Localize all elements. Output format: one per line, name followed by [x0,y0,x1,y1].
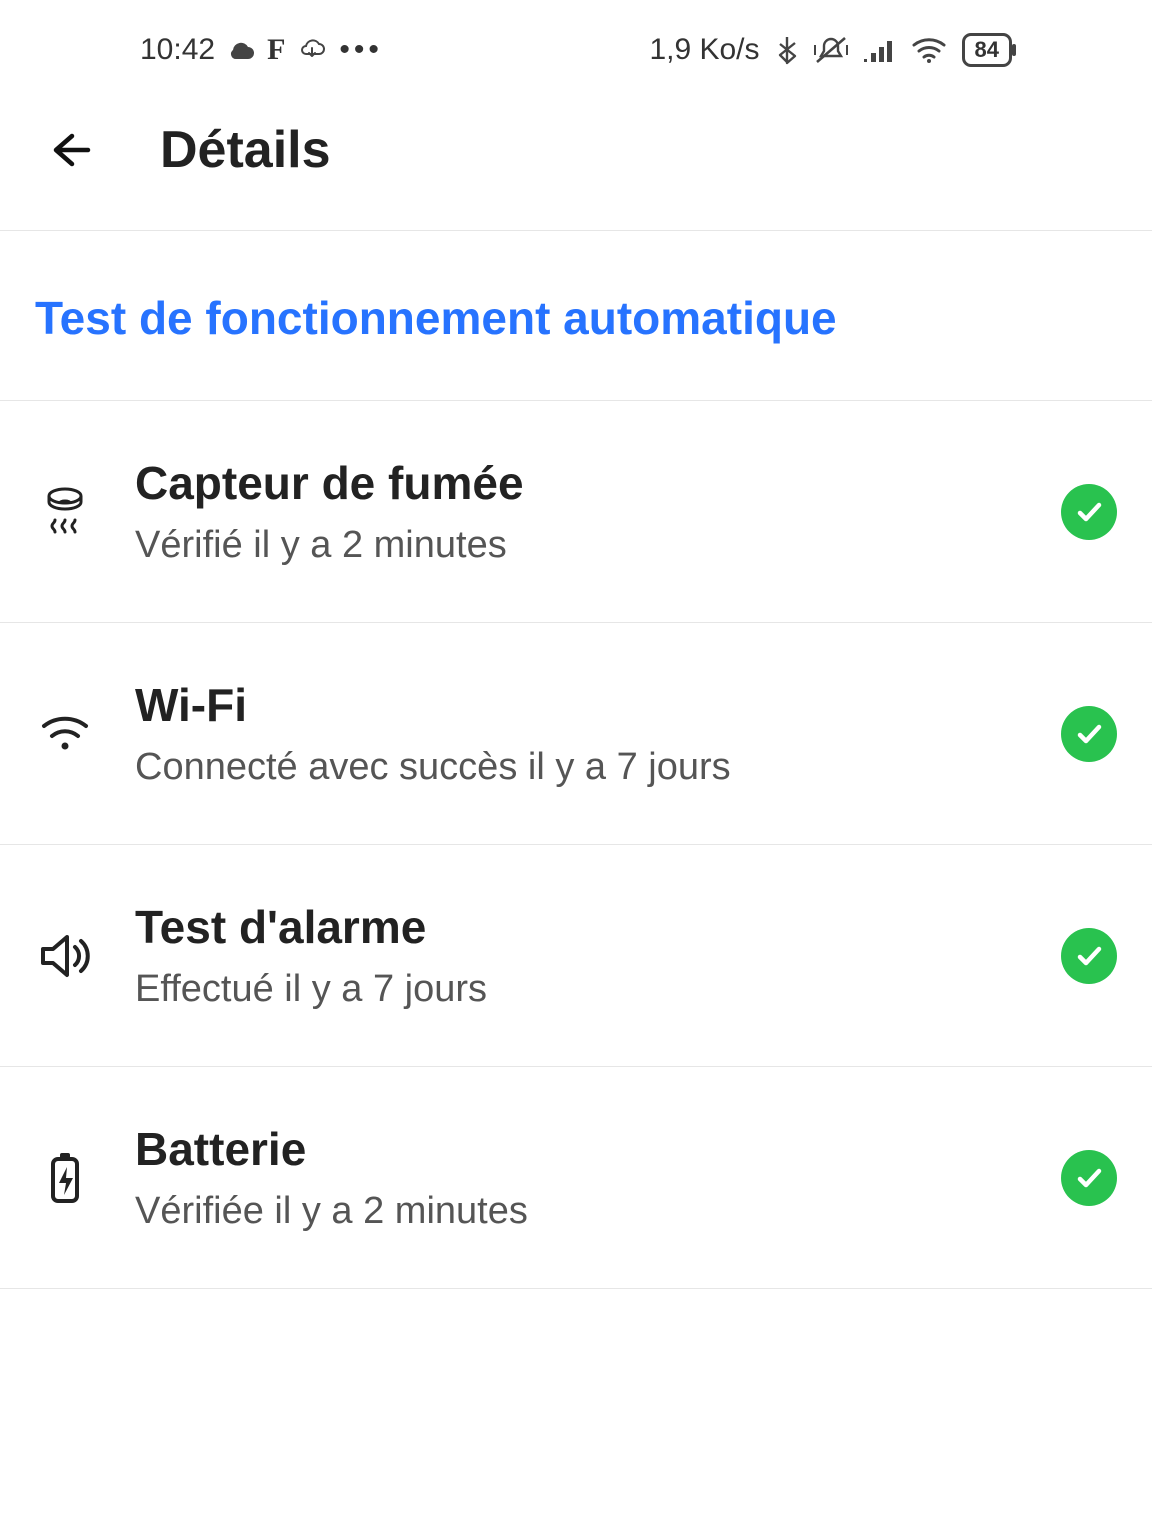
cellular-signal-icon [864,37,896,63]
speaker-icon [39,933,91,979]
statusbar-left: 10:42 F ••• [140,33,383,67]
wifi-status-icon [912,37,946,63]
row-subtitle: Vérifiée il y a 2 minutes [135,1190,1021,1233]
arrow-left-icon [48,128,92,172]
status-ok-badge [1061,706,1117,762]
statusbar: 10:42 F ••• 1,9 Ko/s 84 [0,0,1152,100]
auto-test-link[interactable]: Test de fonctionnement automatique [0,231,1152,401]
row-subtitle: Connecté avec succès il y a 7 jours [135,746,1021,789]
battery-percent-label: 84 [975,37,999,62]
statusbar-right: 1,9 Ko/s 84 [649,33,1012,67]
wifi-icon [40,714,90,754]
status-time: 10:42 [140,33,215,67]
appbar: Détails [0,100,1152,231]
app-letter-icon: F [267,33,285,67]
status-row-smoke-sensor[interactable]: Capteur de fumée Vérifié il y a 2 minute… [0,401,1152,623]
status-data-rate: 1,9 Ko/s [649,33,759,67]
battery-indicator: 84 [962,33,1012,67]
checkmark-icon [1074,719,1104,749]
status-row-alarm-test[interactable]: Test d'alarme Effectué il y a 7 jours [0,845,1152,1067]
row-title: Capteur de fumée [135,456,1021,510]
cloud-sync-icon [297,38,327,62]
page-title: Détails [160,120,331,180]
row-title: Test d'alarme [135,900,1021,954]
row-title: Wi-Fi [135,678,1021,732]
more-icon: ••• [339,33,383,67]
status-ok-badge [1061,484,1117,540]
row-title: Batterie [135,1122,1021,1176]
status-ok-badge [1061,1150,1117,1206]
status-row-wifi[interactable]: Wi-Fi Connecté avec succès il y a 7 jour… [0,623,1152,845]
checkmark-icon [1074,497,1104,527]
back-button[interactable] [40,120,100,180]
checkmark-icon [1074,941,1104,971]
row-subtitle: Vérifié il y a 2 minutes [135,524,1021,567]
vibrate-silent-icon [814,35,848,65]
status-row-battery[interactable]: Batterie Vérifiée il y a 2 minutes [0,1067,1152,1289]
checkmark-icon [1074,1163,1104,1193]
row-subtitle: Effectué il y a 7 jours [135,968,1021,1011]
smoke-sensor-icon [41,486,89,538]
cloud-icon [227,39,255,61]
status-ok-badge [1061,928,1117,984]
battery-icon [48,1151,82,1205]
bluetooth-icon [776,35,798,65]
